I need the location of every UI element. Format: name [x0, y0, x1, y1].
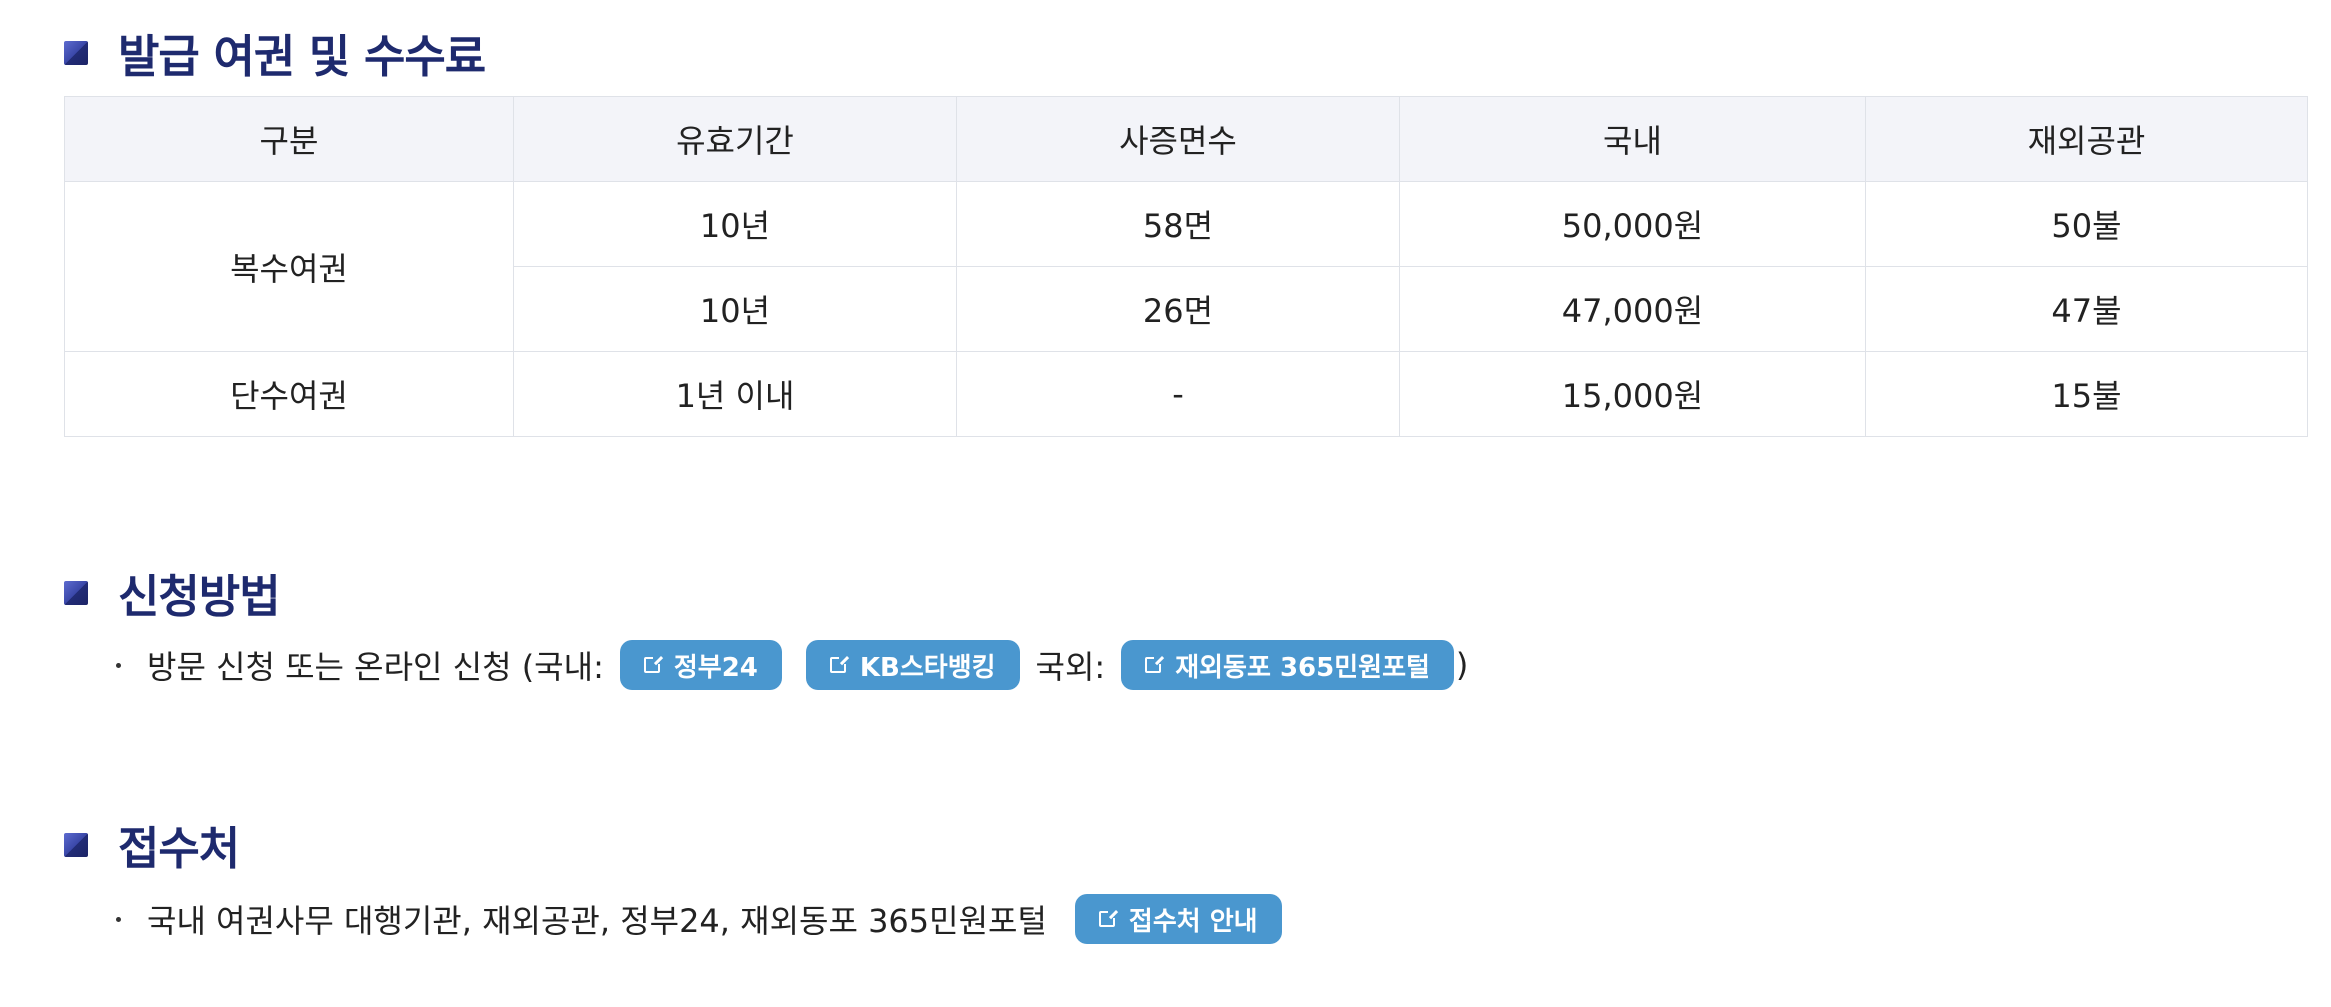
section-title-reception: 접수처: [64, 812, 240, 877]
apply-text: 방문 신청 또는 온라인 신청 (국내:: [147, 648, 604, 686]
table-cell-abroad: 15불: [1865, 351, 2308, 437]
close-paren: ): [1455, 646, 1469, 684]
table-row: 복수여권 10년 58면 50,000원 50불: [64, 181, 2308, 352]
abroad-label: 국외:: [1035, 648, 1106, 686]
external-link-icon: [643, 655, 662, 673]
external-link-icon: [1145, 655, 1164, 673]
table-header: 유효기간: [513, 96, 957, 182]
table-cell-pages: -: [956, 351, 1400, 437]
section-title-text: 발급 여권 및 수수료: [118, 30, 486, 83]
table-cell-pages: 26면: [956, 266, 1400, 352]
table-header: 사증면수: [956, 96, 1400, 182]
external-link-icon: [829, 655, 848, 673]
external-link-icon: [1098, 909, 1117, 927]
button-label: 재외동포 365민원포털: [1175, 652, 1430, 683]
table-cell-type: 복수여권: [64, 181, 514, 352]
section-title-text: 신청방법: [118, 570, 281, 623]
gov24-link-button[interactable]: 정부24: [619, 640, 782, 690]
section-title-fees: 발급 여권 및 수수료: [64, 20, 486, 85]
table-cell-type: 단수여권: [64, 351, 514, 437]
button-label: 정부24: [673, 652, 758, 683]
table-header: 국내: [1399, 96, 1866, 182]
table-cell-domestic: 15,000원: [1399, 351, 1866, 437]
table-cell-pages: 58면: [956, 181, 1400, 267]
section-title-apply: 신청방법: [64, 560, 281, 625]
table-cell-domestic: 47,000원: [1399, 266, 1866, 352]
table-header: 구분: [64, 96, 514, 182]
reception-line: 국내 여권사무 대행기관, 재외공관, 정부24, 재외동포 365민원포털 접…: [116, 894, 1294, 944]
table-cell-period: 1년 이내: [513, 351, 957, 437]
kb-starbanking-link-button[interactable]: KB스타뱅킹: [805, 640, 1020, 690]
overseas-portal-link-button[interactable]: 재외동포 365민원포털: [1121, 640, 1454, 690]
table-cell-period: 10년: [513, 181, 957, 267]
table-cell-abroad: 47불: [1865, 266, 2308, 352]
table-header: 재외공관: [1865, 96, 2308, 182]
reception-text: 국내 여권사무 대행기관, 재외공관, 정부24, 재외동포 365민원포털: [147, 902, 1047, 940]
section-square-icon: [64, 580, 88, 605]
table-cell-domestic: 50,000원: [1399, 181, 1866, 267]
button-label: KB스타뱅킹: [859, 652, 996, 683]
bullet-icon: [116, 662, 121, 668]
section-title-text: 접수처: [118, 822, 240, 875]
table-row: 단수여권 1년 이내 - 15,000원 15불: [64, 351, 2308, 437]
table-cell-period: 10년: [513, 266, 957, 352]
table-header-row: 구분 유효기간 사증면수 국내 재외공관: [64, 96, 2308, 182]
table-cell-abroad: 50불: [1865, 181, 2308, 267]
section-square-icon: [64, 40, 88, 65]
fee-table: 구분 유효기간 사증면수 국내 재외공관 복수여권 10년 58면 50,000…: [64, 96, 2308, 437]
apply-method-line: 방문 신청 또는 온라인 신청 (국내: 정부24 KB스타뱅킹 국외: 재외동…: [116, 640, 1468, 690]
button-label: 접수처 안내: [1128, 906, 1258, 937]
reception-guide-button[interactable]: 접수처 안내: [1074, 894, 1282, 944]
section-square-icon: [64, 832, 88, 857]
bullet-icon: [116, 916, 121, 922]
